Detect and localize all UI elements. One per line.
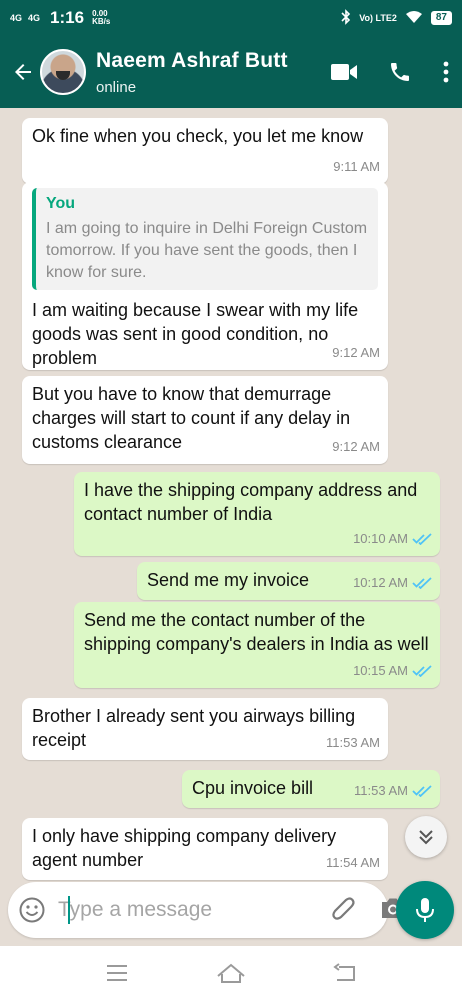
battery-indicator: 87 — [430, 11, 452, 25]
quoted-message[interactable]: You I am going to inquire in Delhi Forei… — [32, 188, 378, 290]
message-input[interactable] — [58, 898, 329, 922]
video-call-button[interactable] — [330, 62, 358, 82]
message-incoming-reply[interactable]: You I am going to inquire in Delhi Forei… — [22, 182, 388, 370]
emoji-button[interactable] — [18, 896, 46, 924]
contact-info[interactable]: Naeem Ashraf Butt online — [96, 49, 288, 96]
back-nav-button[interactable] — [325, 953, 365, 993]
read-receipt-icon — [412, 533, 432, 545]
message-list[interactable]: Ok fine when you check, you let me know … — [0, 108, 462, 880]
bluetooth-icon — [341, 8, 351, 28]
message-incoming[interactable]: Brother I already sent you airways billi… — [22, 698, 388, 760]
more-options-button[interactable] — [442, 60, 450, 84]
emoji-icon — [19, 897, 45, 923]
home-icon — [217, 963, 245, 983]
network-indicator-1: 4G — [10, 12, 23, 23]
read-receipt-icon — [412, 665, 432, 677]
system-navigation-bar — [0, 946, 462, 1000]
message-time: 10:10 AM — [353, 531, 408, 546]
contact-name: Naeem Ashraf Butt — [96, 48, 288, 72]
message-time: 10:15 AM — [353, 663, 408, 678]
message-outgoing[interactable]: Send me my invoice 10:12 AM — [137, 562, 440, 600]
voice-message-button[interactable] — [396, 881, 454, 939]
home-button[interactable] — [211, 953, 251, 993]
video-call-icon — [331, 64, 357, 80]
volte-indicator: Vo) LTE2 — [359, 12, 397, 23]
message-time: 9:12 AM — [332, 345, 380, 360]
network-indicator-2: 4G — [28, 12, 41, 23]
attach-icon — [332, 896, 355, 920]
network-speed-unit: KB/s — [92, 17, 111, 26]
avatar[interactable] — [40, 49, 86, 95]
network-speed: 0.00 KB/s — [92, 10, 110, 26]
read-receipt-icon — [412, 785, 432, 797]
message-incoming[interactable]: I only have shipping company delivery ag… — [22, 818, 388, 880]
message-text: I am waiting because I swear with my lif… — [32, 300, 359, 368]
mic-icon — [416, 898, 434, 922]
message-time: 11:53 AM — [326, 735, 380, 750]
double-chevron-down-icon — [419, 830, 433, 845]
read-receipt-icon — [412, 577, 432, 589]
attach-button[interactable] — [329, 894, 357, 927]
voice-call-button[interactable] — [388, 60, 412, 84]
chat-header: Naeem Ashraf Butt online — [0, 36, 462, 108]
text-caret — [68, 896, 70, 924]
message-time: 9:11 AM — [333, 159, 380, 174]
phone-icon — [391, 63, 409, 81]
message-incoming[interactable]: Ok fine when you check, you let me know … — [22, 118, 388, 184]
message-time: 10:12 AM — [353, 575, 408, 590]
message-time: 11:53 AM — [354, 783, 408, 798]
message-outgoing[interactable]: I have the shipping company address and … — [74, 472, 440, 556]
scroll-to-bottom-button[interactable] — [405, 816, 447, 858]
message-outgoing[interactable]: Send me the contact number of the shippi… — [74, 602, 440, 688]
contact-status: online — [96, 78, 137, 96]
wifi-icon — [405, 10, 423, 27]
message-time: 9:12 AM — [332, 439, 380, 454]
message-text: Send me the contact number of the shippi… — [84, 610, 429, 654]
message-time: 11:54 AM — [326, 855, 380, 870]
message-text: I have the shipping company address and … — [84, 480, 418, 524]
back-nav-icon — [333, 963, 355, 981]
back-arrow-icon — [15, 64, 31, 80]
back-button[interactable] — [6, 60, 40, 84]
quoted-author: You — [46, 195, 76, 212]
status-bar: 4G 4G 1:16 0.00 KB/s Vo) LTE2 87 — [0, 0, 462, 36]
message-composer — [8, 882, 404, 938]
quoted-text: I am going to inquire in Delhi Foreign C… — [46, 220, 368, 281]
message-text: Ok fine when you check, you let me know — [32, 126, 364, 146]
message-text: But you have to know that demurrage char… — [32, 384, 351, 452]
menu-icon — [107, 965, 127, 981]
message-outgoing[interactable]: Cpu invoice bill 11:53 AM — [182, 770, 440, 808]
more-vertical-icon — [443, 61, 449, 83]
avatar-image-detail — [56, 71, 70, 80]
message-incoming[interactable]: But you have to know that demurrage char… — [22, 376, 388, 464]
clock: 1:16 — [50, 8, 85, 27]
menu-button[interactable] — [97, 953, 137, 993]
